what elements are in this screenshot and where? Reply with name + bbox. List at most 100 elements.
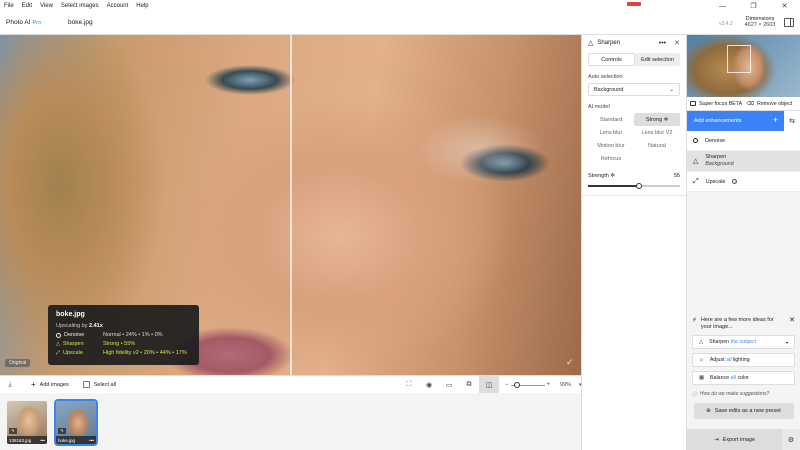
info-row-upscale: ⤢ Upscale High fidelity v2 • 20% • 44% • … xyxy=(56,350,191,356)
export-settings-icon[interactable]: ⚙ xyxy=(782,429,800,450)
eye-icon[interactable]: ◉ xyxy=(419,376,439,394)
chevron-down-icon: ⌄ xyxy=(669,86,674,93)
tools-row: Super focus BETA ⌫ Remove object xyxy=(687,97,800,111)
menu-select-images[interactable]: Select images xyxy=(57,3,103,9)
model-refocus[interactable]: Refocus xyxy=(588,152,634,165)
zoom-control: − + 99% ▾ xyxy=(505,380,582,390)
checkmark-icon: ✓ xyxy=(566,357,574,367)
model-lens-blur[interactable]: Lens blur xyxy=(588,126,634,139)
suggestion-pre: Adjust xyxy=(709,357,725,363)
add-images-label: Add images xyxy=(39,381,69,388)
crop-icon[interactable]: ⛶ xyxy=(399,376,419,394)
strength-row: Strength ✲ 55 xyxy=(588,173,680,179)
suggestion-adjust-lighting[interactable]: ☼ Adjust all lighting xyxy=(692,353,795,367)
model-strong[interactable]: Strong ✲ xyxy=(634,113,680,126)
minimize-button[interactable]: — xyxy=(707,0,738,12)
info-row-label: Sharpen xyxy=(62,341,84,347)
maximize-button[interactable]: ❐ xyxy=(738,0,769,12)
model-lens-blur-v2[interactable]: Lens blur V2 xyxy=(634,126,680,139)
side-by-side-icon[interactable]: ⧉ xyxy=(459,376,479,394)
zoom-slider[interactable] xyxy=(510,381,545,388)
menu-file[interactable]: File xyxy=(0,3,18,9)
split-view-icon[interactable]: ◫ xyxy=(479,376,499,394)
close-button[interactable]: ✕ xyxy=(769,0,800,12)
navigator-viewport[interactable] xyxy=(727,45,751,73)
suggestion-sharpen-subject[interactable]: △ Sharpen the subject ▾ xyxy=(692,335,795,349)
lightning-icon: ⚡ xyxy=(692,317,697,324)
suggestion-balance-color[interactable]: ▦ Balance all color xyxy=(692,371,795,385)
close-panel-icon[interactable]: ✕ xyxy=(674,39,680,47)
auto-selection-dropdown[interactable]: Background ⌄ xyxy=(588,83,680,96)
settings-icon: ✲ xyxy=(663,116,669,123)
sharpen-header: △ Sharpen ••• ✕ xyxy=(582,35,686,51)
image-viewer[interactable]: ✓ Original boke.jpg Upscaling by 2.41x D… xyxy=(0,35,581,375)
how-suggestions-link[interactable]: ⓘ How do we make suggestions? xyxy=(692,391,795,398)
add-images-button[interactable]: + Add images xyxy=(31,380,69,389)
model-natural[interactable]: Natural xyxy=(634,139,680,152)
navigator-preview[interactable] xyxy=(687,35,800,97)
tab-controls[interactable]: Controls xyxy=(588,53,635,66)
model-standard[interactable]: Standard xyxy=(588,113,634,126)
menu-help[interactable]: Help xyxy=(132,3,152,9)
zoom-in-icon[interactable]: + xyxy=(547,382,551,388)
dimensions-value: 4627 × 2603 xyxy=(744,22,776,28)
upscale-icon: ⤢ xyxy=(56,350,61,356)
more-options-icon[interactable]: ••• xyxy=(659,40,666,47)
plus-icon: + xyxy=(31,380,36,389)
enhancement-label: Denoise xyxy=(705,137,726,144)
more-icon[interactable]: ••• xyxy=(89,438,94,443)
more-icon[interactable]: ••• xyxy=(40,438,45,443)
ai-model-grid: Standard Strong ✲ Lens blur Lens blur V2… xyxy=(588,113,680,165)
info-icon[interactable]: i xyxy=(732,179,738,184)
close-icon[interactable]: ✕ xyxy=(789,317,795,331)
thumbnail-bar: boke.jpg ••• xyxy=(56,436,96,444)
edit-badge-icon: ✎ xyxy=(58,428,66,434)
enhancement-text: Sharpen Background xyxy=(705,154,733,168)
tab-edit-selection[interactable]: Edit selection xyxy=(635,53,680,66)
info-row-sharpen: △ Sharpen Strong • 55% xyxy=(56,341,191,347)
single-view-icon[interactable]: ▭ xyxy=(439,376,459,394)
suggestions-text: Here are a few more ideas for your image… xyxy=(700,317,774,330)
strength-value[interactable]: 55 xyxy=(674,173,680,179)
zoom-value[interactable]: 99% xyxy=(560,382,571,388)
enhancement-denoise[interactable]: Denoise xyxy=(687,131,800,151)
model-motion-blur[interactable]: Motion blur xyxy=(588,139,634,152)
settings-icon: ✲ xyxy=(610,173,615,179)
current-file-name: boke.jpg xyxy=(68,19,93,26)
select-all-checkbox[interactable]: Select all xyxy=(82,381,116,388)
super-focus-button[interactable]: Super focus BETA xyxy=(687,101,744,107)
info-file-name: boke.jpg xyxy=(56,311,85,318)
remove-object-button[interactable]: ⌫ Remove object xyxy=(744,101,800,107)
compare-split-handle[interactable] xyxy=(290,35,292,375)
thumbnail-138163[interactable]: ✎ 138163.jpg ••• xyxy=(7,401,47,444)
title-bar: Photo AI Pro boke.jpg v3.4.2 Dimensions 4… xyxy=(0,13,800,35)
auto-selection-value: Background xyxy=(594,86,624,93)
zoom-out-icon[interactable]: − xyxy=(505,382,509,388)
thumbnail-boke[interactable]: ✎ boke.jpg ••• xyxy=(54,399,98,446)
app-name: Photo AI Pro xyxy=(6,19,41,26)
add-enhancements-button[interactable]: Add enhancements + xyxy=(687,111,784,131)
right-sidebar: Super focus BETA ⌫ Remove object Add enh… xyxy=(687,35,800,450)
swap-icon[interactable]: ⇆ xyxy=(784,111,800,131)
info-row-label: Denoise xyxy=(64,332,85,338)
export-image-button[interactable]: ⇥ Export image xyxy=(687,429,782,450)
menu-account[interactable]: Account xyxy=(103,3,133,9)
panel-toggle-icon[interactable] xyxy=(784,18,794,27)
chevron-down-icon: ▾ xyxy=(785,339,788,345)
slider-knob[interactable] xyxy=(635,182,642,189)
upscaling-value: 2.41x xyxy=(89,323,103,329)
info-row-value: High fidelity v2 • 20% • 44% • 17% xyxy=(103,350,187,356)
strength-slider[interactable] xyxy=(588,182,680,189)
save-preset-button[interactable]: ⊕ Save edits as a new preset xyxy=(693,403,794,419)
menu-edit[interactable]: Edit xyxy=(18,3,36,9)
suggestion-text: Adjust all lighting xyxy=(710,357,750,363)
add-enhancements-label: Add enhancements xyxy=(694,118,742,124)
enhancement-sharpen[interactable]: △ Sharpen Background xyxy=(687,151,800,172)
zoom-slider-knob[interactable] xyxy=(513,381,520,388)
strength-label-group: Strength ✲ xyxy=(588,173,674,179)
menu-view[interactable]: View xyxy=(36,3,57,9)
info-icon: ⓘ xyxy=(692,392,698,398)
collapse-filmstrip-icon[interactable]: ⤓ xyxy=(3,381,17,389)
enhancement-upscale[interactable]: ⤢ Upscale i xyxy=(687,172,800,192)
app-name-text: Photo AI xyxy=(6,19,31,26)
